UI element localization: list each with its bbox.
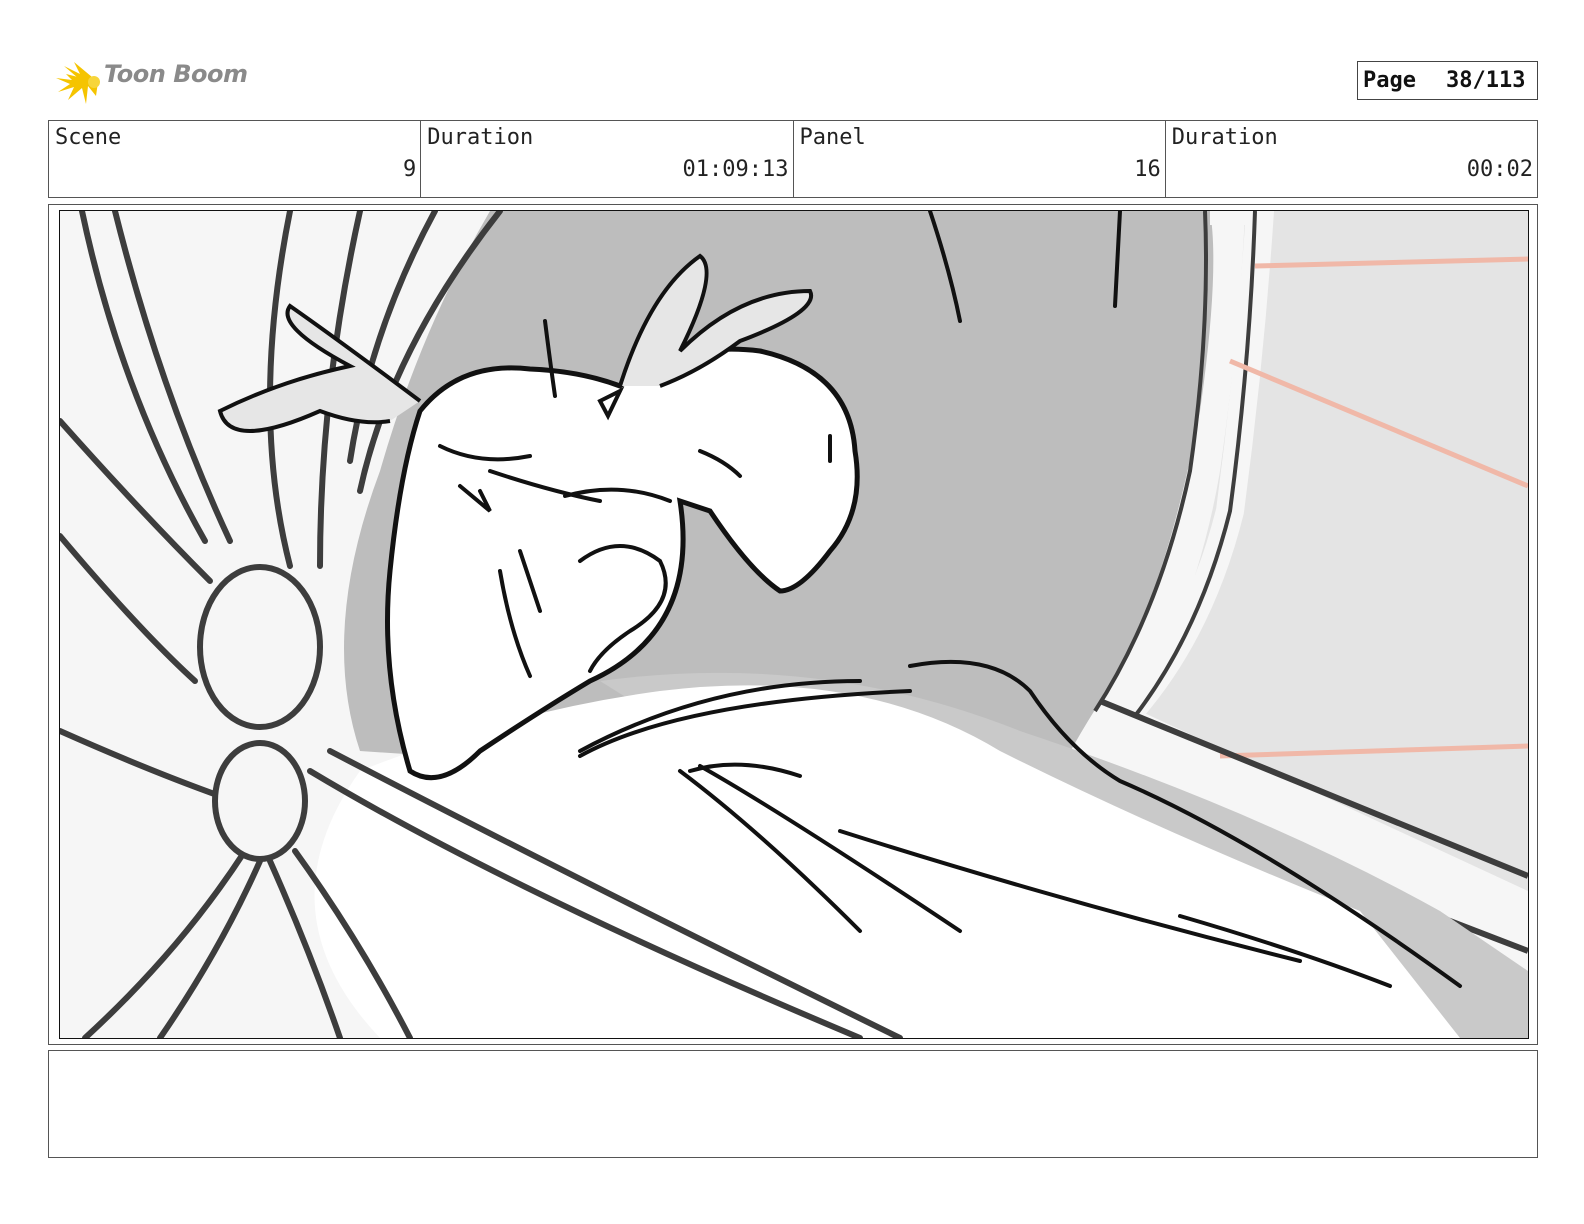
panel-label: Panel [799,125,866,150]
notes-box [48,1050,1538,1158]
scene-label: Scene [55,125,122,150]
page-number: 38/113 [1445,68,1526,93]
panel-duration-label: Duration [1171,125,1278,150]
panel-info-table: Scene 9 Duration 01:09:13 Panel 16 Durat… [48,120,1538,198]
scene-cell: Scene 9 [49,121,422,197]
page-indicator: Page 38/113 [1357,61,1538,100]
storyboard-drawing [59,210,1529,1039]
storyboard-frame [48,204,1538,1045]
scene-duration-cell: Duration 01:09:13 [421,121,794,197]
sketch-illustration [60,211,1528,1038]
panel-cell: Panel 16 [794,121,1166,197]
scene-value: 9 [403,157,417,182]
scene-duration-label: Duration [427,125,534,150]
logo-text: Toon Boom [104,60,248,88]
scene-duration-value: 01:09:13 [682,157,789,182]
panel-duration-value: 00:02 [1466,157,1533,182]
toon-boom-logo: Toon Boom [52,56,252,108]
panel-value: 16 [1134,157,1161,182]
starburst-icon [56,62,100,104]
page-label: Page [1363,68,1416,93]
panel-duration-cell: Duration 00:02 [1166,121,1537,197]
